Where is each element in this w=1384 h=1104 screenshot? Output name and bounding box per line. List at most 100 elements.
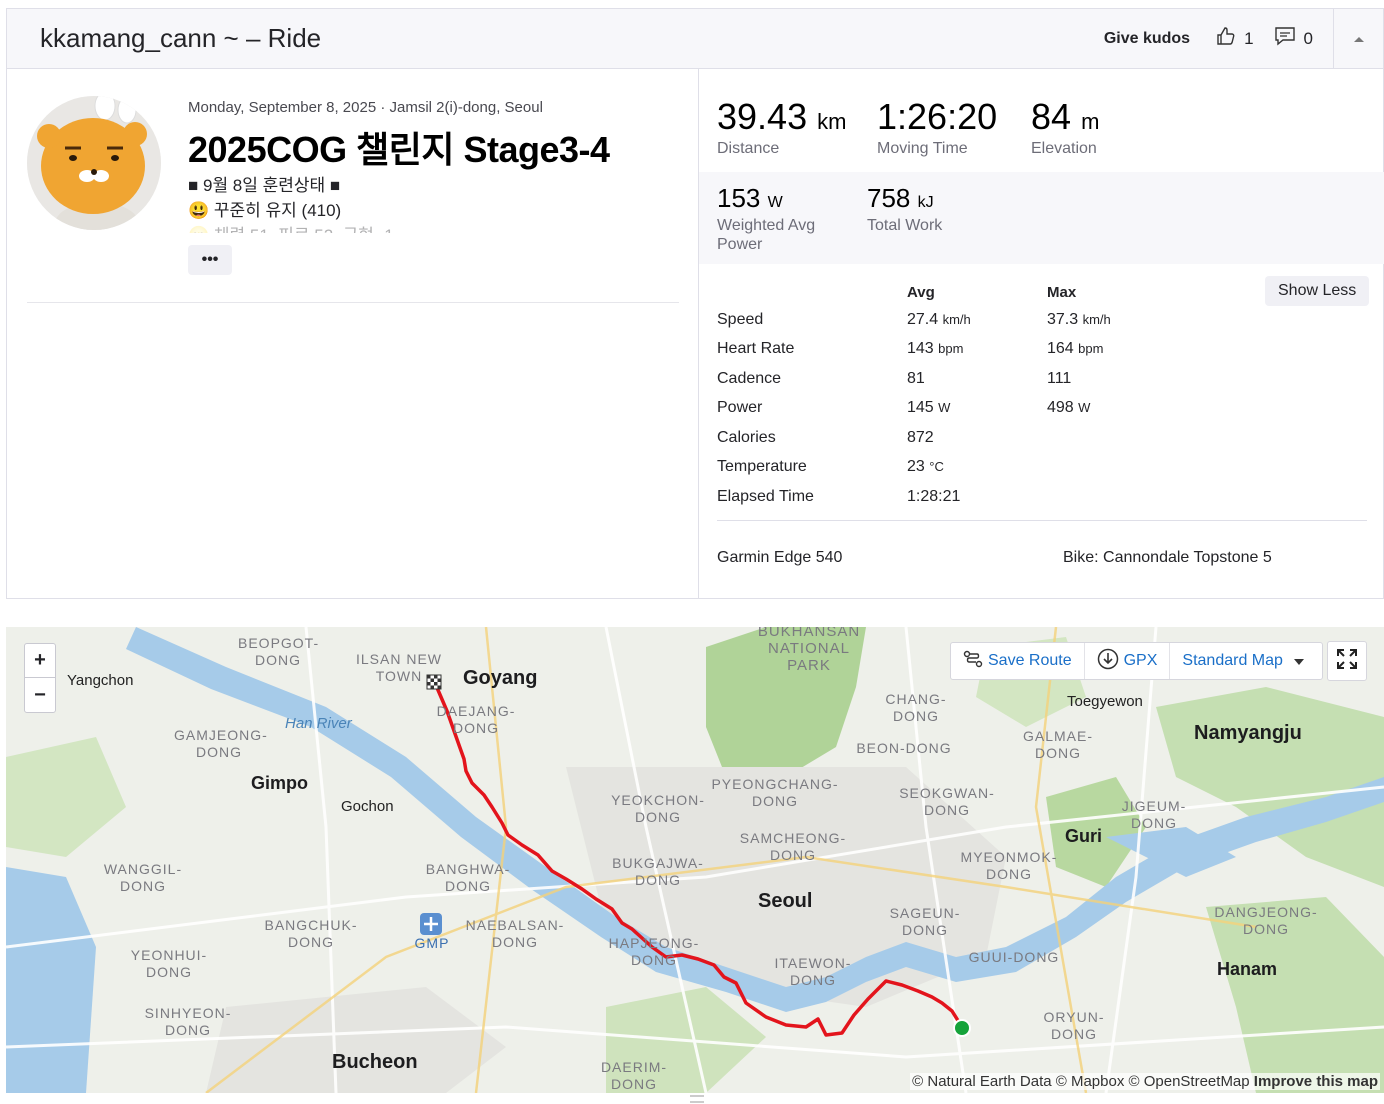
stat-max: 498 W — [1047, 394, 1167, 424]
table-row: Cadence 81 111 — [717, 364, 1167, 394]
map-label: BEOPGOT-DONG — [238, 635, 320, 668]
collapse-button[interactable] — [1333, 9, 1383, 68]
map-label: GUUI-DONG — [968, 949, 1060, 965]
weighted-power-unit: W — [767, 194, 783, 211]
stat-label-value: Cadence — [717, 369, 782, 387]
fullscreen-icon — [1337, 648, 1357, 674]
stat-avg-value: 1:28:21 — [907, 487, 961, 505]
map-label: SINHYEON-DONG — [144, 1005, 232, 1038]
map-label: MYEONMOK-DONG — [960, 849, 1058, 882]
description-line: 😃 꾸준히 유지 (410) — [188, 201, 342, 220]
total-work-unit: kJ — [917, 194, 934, 211]
activity-details: Monday, September 8, 2025 · Jamsil 2(i)-… — [7, 69, 699, 598]
activity-description: ■ 9월 8일 훈련상태 ■ 😃 꾸준히 유지 (410) 🌝 체력 51, 피… — [188, 173, 394, 233]
kudos-count-button[interactable]: 1 — [1216, 26, 1254, 51]
stat-label: Calories — [717, 423, 907, 453]
stat-avg-value: 145 — [907, 399, 934, 417]
stat-label: Elapsed Time — [717, 482, 907, 512]
activity-stats: 39.43 km Distance 1:26:20 Moving Time 84… — [699, 69, 1384, 598]
map-label: Goyang — [463, 667, 538, 689]
improve-map-link[interactable]: Improve this map — [1254, 1073, 1378, 1090]
stat-max — [1047, 482, 1167, 512]
stat-elevation: 84 m Elevation — [1031, 96, 1099, 158]
give-kudos-button[interactable]: Give kudos — [1104, 30, 1190, 48]
more-stats-table: Avg Max Speed 27.4 km/h 37.3 km/h Heart Rat… — [717, 279, 1167, 512]
divider — [717, 520, 1367, 521]
stat-avg-unit: bpm — [938, 341, 964, 357]
avg-header: Avg — [907, 283, 935, 301]
weighted-power-label: Weighted Avg Power — [717, 216, 815, 254]
map-label: Yangchon — [67, 672, 134, 689]
zoom-out-button[interactable]: − — [25, 678, 55, 712]
stat-total-work: 758 kJ Total Work — [867, 183, 942, 235]
elevation-unit: m — [1081, 109, 1100, 134]
map-label: DAERIM-DONG — [600, 1059, 668, 1092]
thumbs-up-icon — [1216, 26, 1236, 51]
comment-icon — [1274, 26, 1296, 51]
stat-label-value: Elapsed Time — [717, 487, 814, 505]
map-label: SEOKGWAN-DONG — [899, 785, 995, 818]
map-label: GAMJEONG-DONG — [174, 727, 268, 760]
stat-avg: 23 °C — [907, 453, 1047, 483]
map-style-label: Standard Map — [1182, 652, 1283, 669]
stat-max-value: 111 — [1047, 369, 1072, 387]
total-work-value: 758 — [867, 183, 911, 213]
stat-avg-value: 81 — [907, 369, 925, 387]
gpx-button[interactable]: GPX — [1085, 643, 1171, 679]
stat-weighted-power: 153 W Weighted Avg Power — [717, 183, 815, 254]
more-options-button[interactable]: ••• — [188, 245, 232, 275]
stat-label-value: Temperature — [717, 458, 807, 476]
weighted-power-label-line: Power — [717, 236, 763, 253]
activity-meta: Monday, September 8, 2025 · Jamsil 2(i)-… — [188, 99, 543, 116]
stat-label: Temperature — [717, 453, 907, 483]
map-label: Hanam — [1217, 959, 1278, 979]
stat-max: 37.3 km/h — [1047, 305, 1167, 335]
stat-max-unit: km/h — [1082, 311, 1111, 327]
stat-avg: 27.4 km/h — [907, 305, 1047, 335]
resize-handle[interactable] — [690, 1095, 704, 1103]
moving-time-label: Moving Time — [877, 140, 968, 157]
stat-avg-value: 23 — [907, 458, 925, 476]
stat-moving-time: 1:26:20 Moving Time — [877, 96, 997, 158]
save-route-button[interactable]: Save Route — [951, 643, 1085, 679]
map-label: BANGCHUK-DONG — [264, 917, 358, 950]
map-label: WANGGIL-DONG — [103, 861, 183, 894]
map-label: Han River — [285, 715, 352, 732]
map-label: SAMCHEONG-DONG — [739, 830, 847, 863]
activity-summary-card: Monday, September 8, 2025 · Jamsil 2(i)-… — [6, 69, 1384, 599]
table-row: Speed 27.4 km/h 37.3 km/h — [717, 305, 1167, 335]
table-row: Heart Rate 143 bpm 164 bpm — [717, 335, 1167, 365]
map-label: YEONHUI-DONG — [130, 947, 208, 980]
stat-max-unit: bpm — [1078, 341, 1104, 357]
elevation-label: Elevation — [1031, 140, 1097, 157]
stat-label-value: Calories — [717, 428, 776, 446]
distance-value: 39.43 — [717, 96, 808, 137]
header-actions: Give kudos 1 0 — [1104, 9, 1383, 68]
stat-avg: 145 W — [907, 394, 1047, 424]
avatar[interactable] — [27, 96, 161, 230]
map-label: ITAEWON-DONG — [774, 955, 852, 988]
map-label: Seoul — [758, 890, 813, 912]
chevron-down-icon — [1293, 652, 1304, 670]
map-style-select[interactable]: Standard Map — [1170, 643, 1322, 679]
stat-max — [1047, 453, 1167, 483]
stat-label-value: Speed — [717, 310, 764, 328]
stat-avg-unit: km/h — [942, 311, 971, 327]
map-label: Namyangju — [1194, 722, 1302, 744]
route-map[interactable]: Goyang Gimpo Seoul Guri Namyangju Hanam … — [6, 627, 1384, 1093]
show-less-button[interactable]: Show Less — [1265, 276, 1370, 306]
map-label: GMP — [414, 935, 450, 951]
stat-avg-unit: W — [938, 400, 951, 416]
zoom-in-button[interactable]: + — [25, 644, 55, 678]
map-label: ORYUN-DONG — [1043, 1009, 1105, 1042]
zoom-controls: + − — [24, 643, 56, 713]
weighted-power-value: 153 — [717, 183, 761, 213]
caret-up-icon — [1353, 30, 1365, 48]
map-label: Bucheon — [332, 1051, 418, 1073]
map-label: BANGHWA-DONG — [425, 861, 511, 894]
fullscreen-button[interactable] — [1327, 641, 1367, 681]
page-title: kkamang_cann ~ – Ride — [40, 23, 322, 53]
distance-unit: km — [817, 109, 847, 134]
map-label: ILSAN NEW TOWN — [355, 651, 442, 684]
comment-count-button[interactable]: 0 — [1274, 26, 1313, 51]
